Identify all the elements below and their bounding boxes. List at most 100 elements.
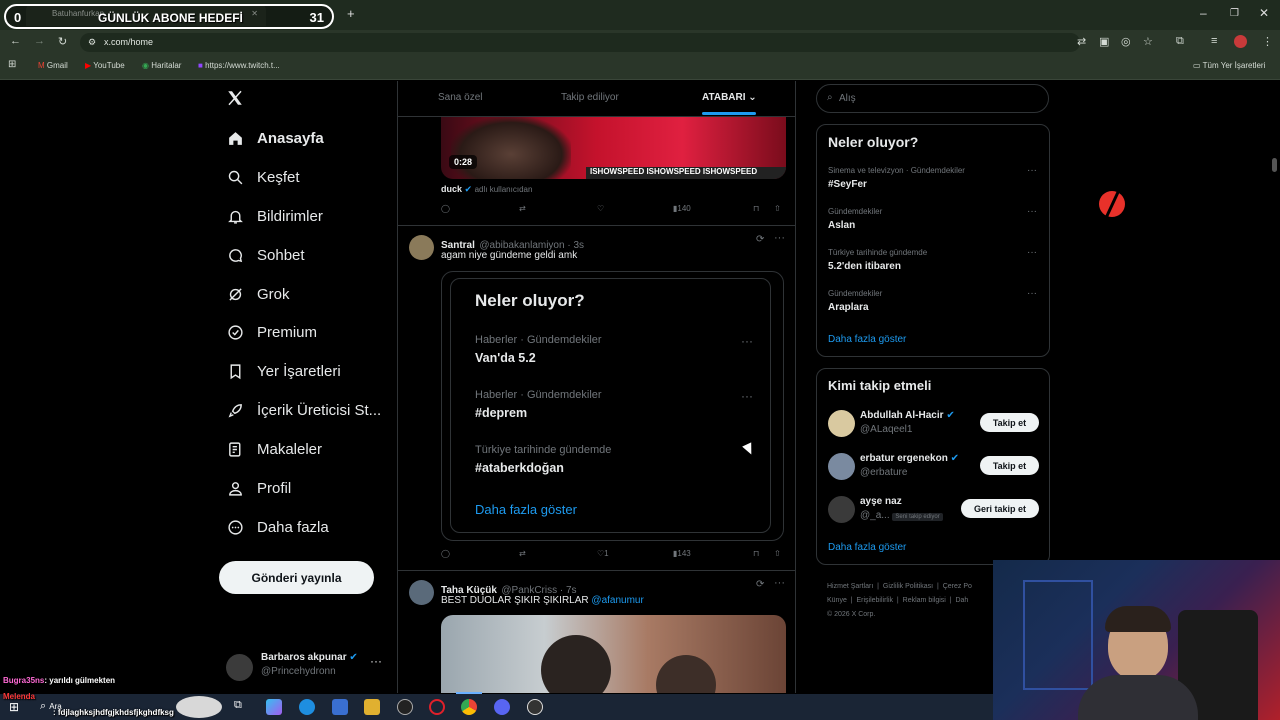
- user-name[interactable]: erbatur ergenekon ✔: [860, 453, 959, 464]
- nav-explore[interactable]: Keşfet: [226, 165, 300, 189]
- forward-icon[interactable]: →: [34, 35, 45, 47]
- footer-link[interactable]: Dah: [955, 597, 968, 604]
- new-tab-icon[interactable]: +: [347, 6, 355, 21]
- bird-widget-icon[interactable]: [176, 696, 222, 718]
- nav-home[interactable]: Anasayfa: [226, 126, 324, 150]
- more-dots-icon[interactable]: ···: [774, 232, 785, 244]
- more-dots-icon[interactable]: ···: [774, 577, 785, 589]
- trend-value[interactable]: #SeyFer: [828, 179, 867, 190]
- post-button[interactable]: Gönderi yayınla: [219, 561, 374, 594]
- follow-button[interactable]: Takip et: [980, 413, 1039, 432]
- restore-icon[interactable]: ❐: [1230, 8, 1239, 19]
- views-icon[interactable]: ▮ 140: [673, 204, 691, 213]
- back-icon[interactable]: ←: [10, 35, 21, 47]
- footer-link[interactable]: Künye: [827, 597, 847, 604]
- follow-button[interactable]: Takip et: [980, 456, 1039, 475]
- quote-user-name[interactable]: duck: [441, 184, 462, 194]
- retweet-icon[interactable]: ⇄: [519, 549, 526, 558]
- nav-bookmarks[interactable]: Yer İşaretleri: [226, 359, 341, 383]
- follow-back-button[interactable]: Geri takip et: [961, 499, 1039, 518]
- tab-for-you[interactable]: Sana özel: [438, 92, 482, 103]
- eye-off-icon[interactable]: ◎: [1121, 35, 1131, 48]
- close-window-icon[interactable]: ✕: [1259, 6, 1269, 20]
- task-view-icon[interactable]: ⧉: [234, 699, 242, 712]
- tweet-media[interactable]: Neler oluyor? Haberler · Gündemdekiler V…: [441, 271, 784, 541]
- more-dots-icon[interactable]: ···: [1027, 206, 1037, 217]
- grok-icon[interactable]: ⟳: [756, 579, 764, 590]
- star-icon[interactable]: ☆: [1143, 35, 1153, 48]
- like-icon[interactable]: ♡ 1: [597, 549, 609, 558]
- tweet-photo[interactable]: [441, 615, 786, 693]
- nav-more[interactable]: Daha fazla: [226, 515, 329, 539]
- share-icon[interactable]: ⇧: [774, 549, 781, 558]
- x-logo-icon[interactable]: [226, 89, 244, 112]
- footer-link[interactable]: Hizmet Şartları: [827, 583, 873, 590]
- trend-value[interactable]: Araplara: [828, 302, 869, 313]
- avatar[interactable]: [828, 453, 855, 480]
- chrome-icon[interactable]: [461, 699, 477, 715]
- footer-link[interactable]: Gizlilik Politikası: [883, 583, 933, 590]
- capcut-icon[interactable]: [397, 699, 413, 715]
- footer-link[interactable]: Çerez Po: [943, 583, 972, 590]
- avatar[interactable]: [409, 235, 434, 260]
- windows-start-icon[interactable]: ⊞: [9, 700, 19, 714]
- reload-icon[interactable]: ↻: [58, 35, 67, 48]
- translate-icon[interactable]: ⇄: [1077, 35, 1086, 48]
- edge-icon[interactable]: [299, 699, 315, 715]
- nav-creator-studio[interactable]: İçerik Üreticisi St...: [226, 398, 381, 422]
- tweet-mention[interactable]: @afanumur: [591, 595, 643, 606]
- file-explorer-icon[interactable]: [364, 699, 380, 715]
- profile-avatar[interactable]: [1234, 35, 1247, 48]
- search-input[interactable]: ⌕ Alış: [816, 84, 1049, 113]
- show-more-link[interactable]: Daha fazla göster: [828, 334, 906, 345]
- mail-icon[interactable]: [332, 699, 348, 715]
- obs-icon[interactable]: [527, 699, 543, 715]
- avatar[interactable]: [409, 580, 434, 605]
- nav-grok[interactable]: Grok: [226, 282, 290, 306]
- more-dots-icon[interactable]: ···: [1027, 165, 1037, 176]
- video-player[interactable]: 0:28 ISHOWSPEED ISHOWSPEED ISHOWSPEED: [441, 117, 786, 179]
- footer-link[interactable]: Erişilebilirlik: [856, 597, 893, 604]
- more-dots-icon[interactable]: ···: [1027, 288, 1037, 299]
- bookmark-icon[interactable]: ⊓: [753, 549, 759, 558]
- show-more-link[interactable]: Daha fazla göster: [828, 542, 906, 553]
- tab-atabari[interactable]: ATABARI ⌄: [702, 92, 757, 103]
- bookmark-youtube[interactable]: ▶ YouTube: [85, 61, 125, 70]
- account-switcher[interactable]: Barbaros akpunar ✔ @Princehydronn ···: [226, 652, 396, 684]
- avatar[interactable]: [828, 410, 855, 437]
- bookmark-maps[interactable]: ◉ Haritalar: [142, 61, 181, 70]
- nav-notifications[interactable]: Bildirimler: [226, 204, 323, 228]
- bookmark-icon[interactable]: ⊓: [753, 204, 759, 213]
- reply-icon[interactable]: ◯: [441, 549, 450, 558]
- minimize-icon[interactable]: –: [1200, 6, 1207, 20]
- bookmark-gmail[interactable]: M Gmail: [38, 61, 68, 70]
- all-bookmarks[interactable]: ▭ Tüm Yer İşaretleri: [1193, 61, 1265, 70]
- url-field[interactable]: ⚙ x.com/home: [80, 33, 1080, 52]
- discord-icon[interactable]: [494, 699, 510, 715]
- tab-following[interactable]: Takip ediliyor: [561, 92, 619, 103]
- nav-articles[interactable]: Makaleler: [226, 437, 322, 461]
- more-dots-icon[interactable]: ···: [370, 654, 382, 668]
- opera-icon[interactable]: [429, 699, 445, 715]
- trend-value[interactable]: 5.2'den itibaren: [828, 261, 901, 272]
- extensions-icon[interactable]: ⧉: [1176, 35, 1184, 48]
- more-dots-icon[interactable]: ···: [1027, 247, 1037, 258]
- reply-icon[interactable]: ◯: [441, 204, 450, 213]
- apps-icon[interactable]: ⊞: [8, 59, 16, 70]
- views-icon[interactable]: ▮ 143: [673, 549, 691, 558]
- retweet-icon[interactable]: ⇄: [519, 204, 526, 213]
- nav-premium[interactable]: Premium: [226, 320, 317, 344]
- user-name[interactable]: Abdullah Al-Hacir ✔: [860, 410, 955, 421]
- grok-icon[interactable]: ⟳: [756, 234, 764, 245]
- menu-icon[interactable]: ⋮: [1262, 35, 1273, 48]
- trend-value[interactable]: Aslan: [828, 220, 855, 231]
- like-icon[interactable]: ♡: [597, 204, 604, 213]
- footer-link[interactable]: Reklam bilgisi: [903, 597, 946, 604]
- cast-icon[interactable]: ▣: [1099, 35, 1109, 48]
- site-info-icon[interactable]: ⚙: [88, 37, 96, 48]
- avatar[interactable]: [828, 496, 855, 523]
- nav-chat[interactable]: Sohbet: [226, 243, 305, 267]
- bookmark-twitch[interactable]: ■ https://www.twitch.t...: [198, 61, 280, 70]
- share-icon[interactable]: ⇧: [774, 204, 781, 213]
- page-scrollbar[interactable]: [1272, 158, 1277, 172]
